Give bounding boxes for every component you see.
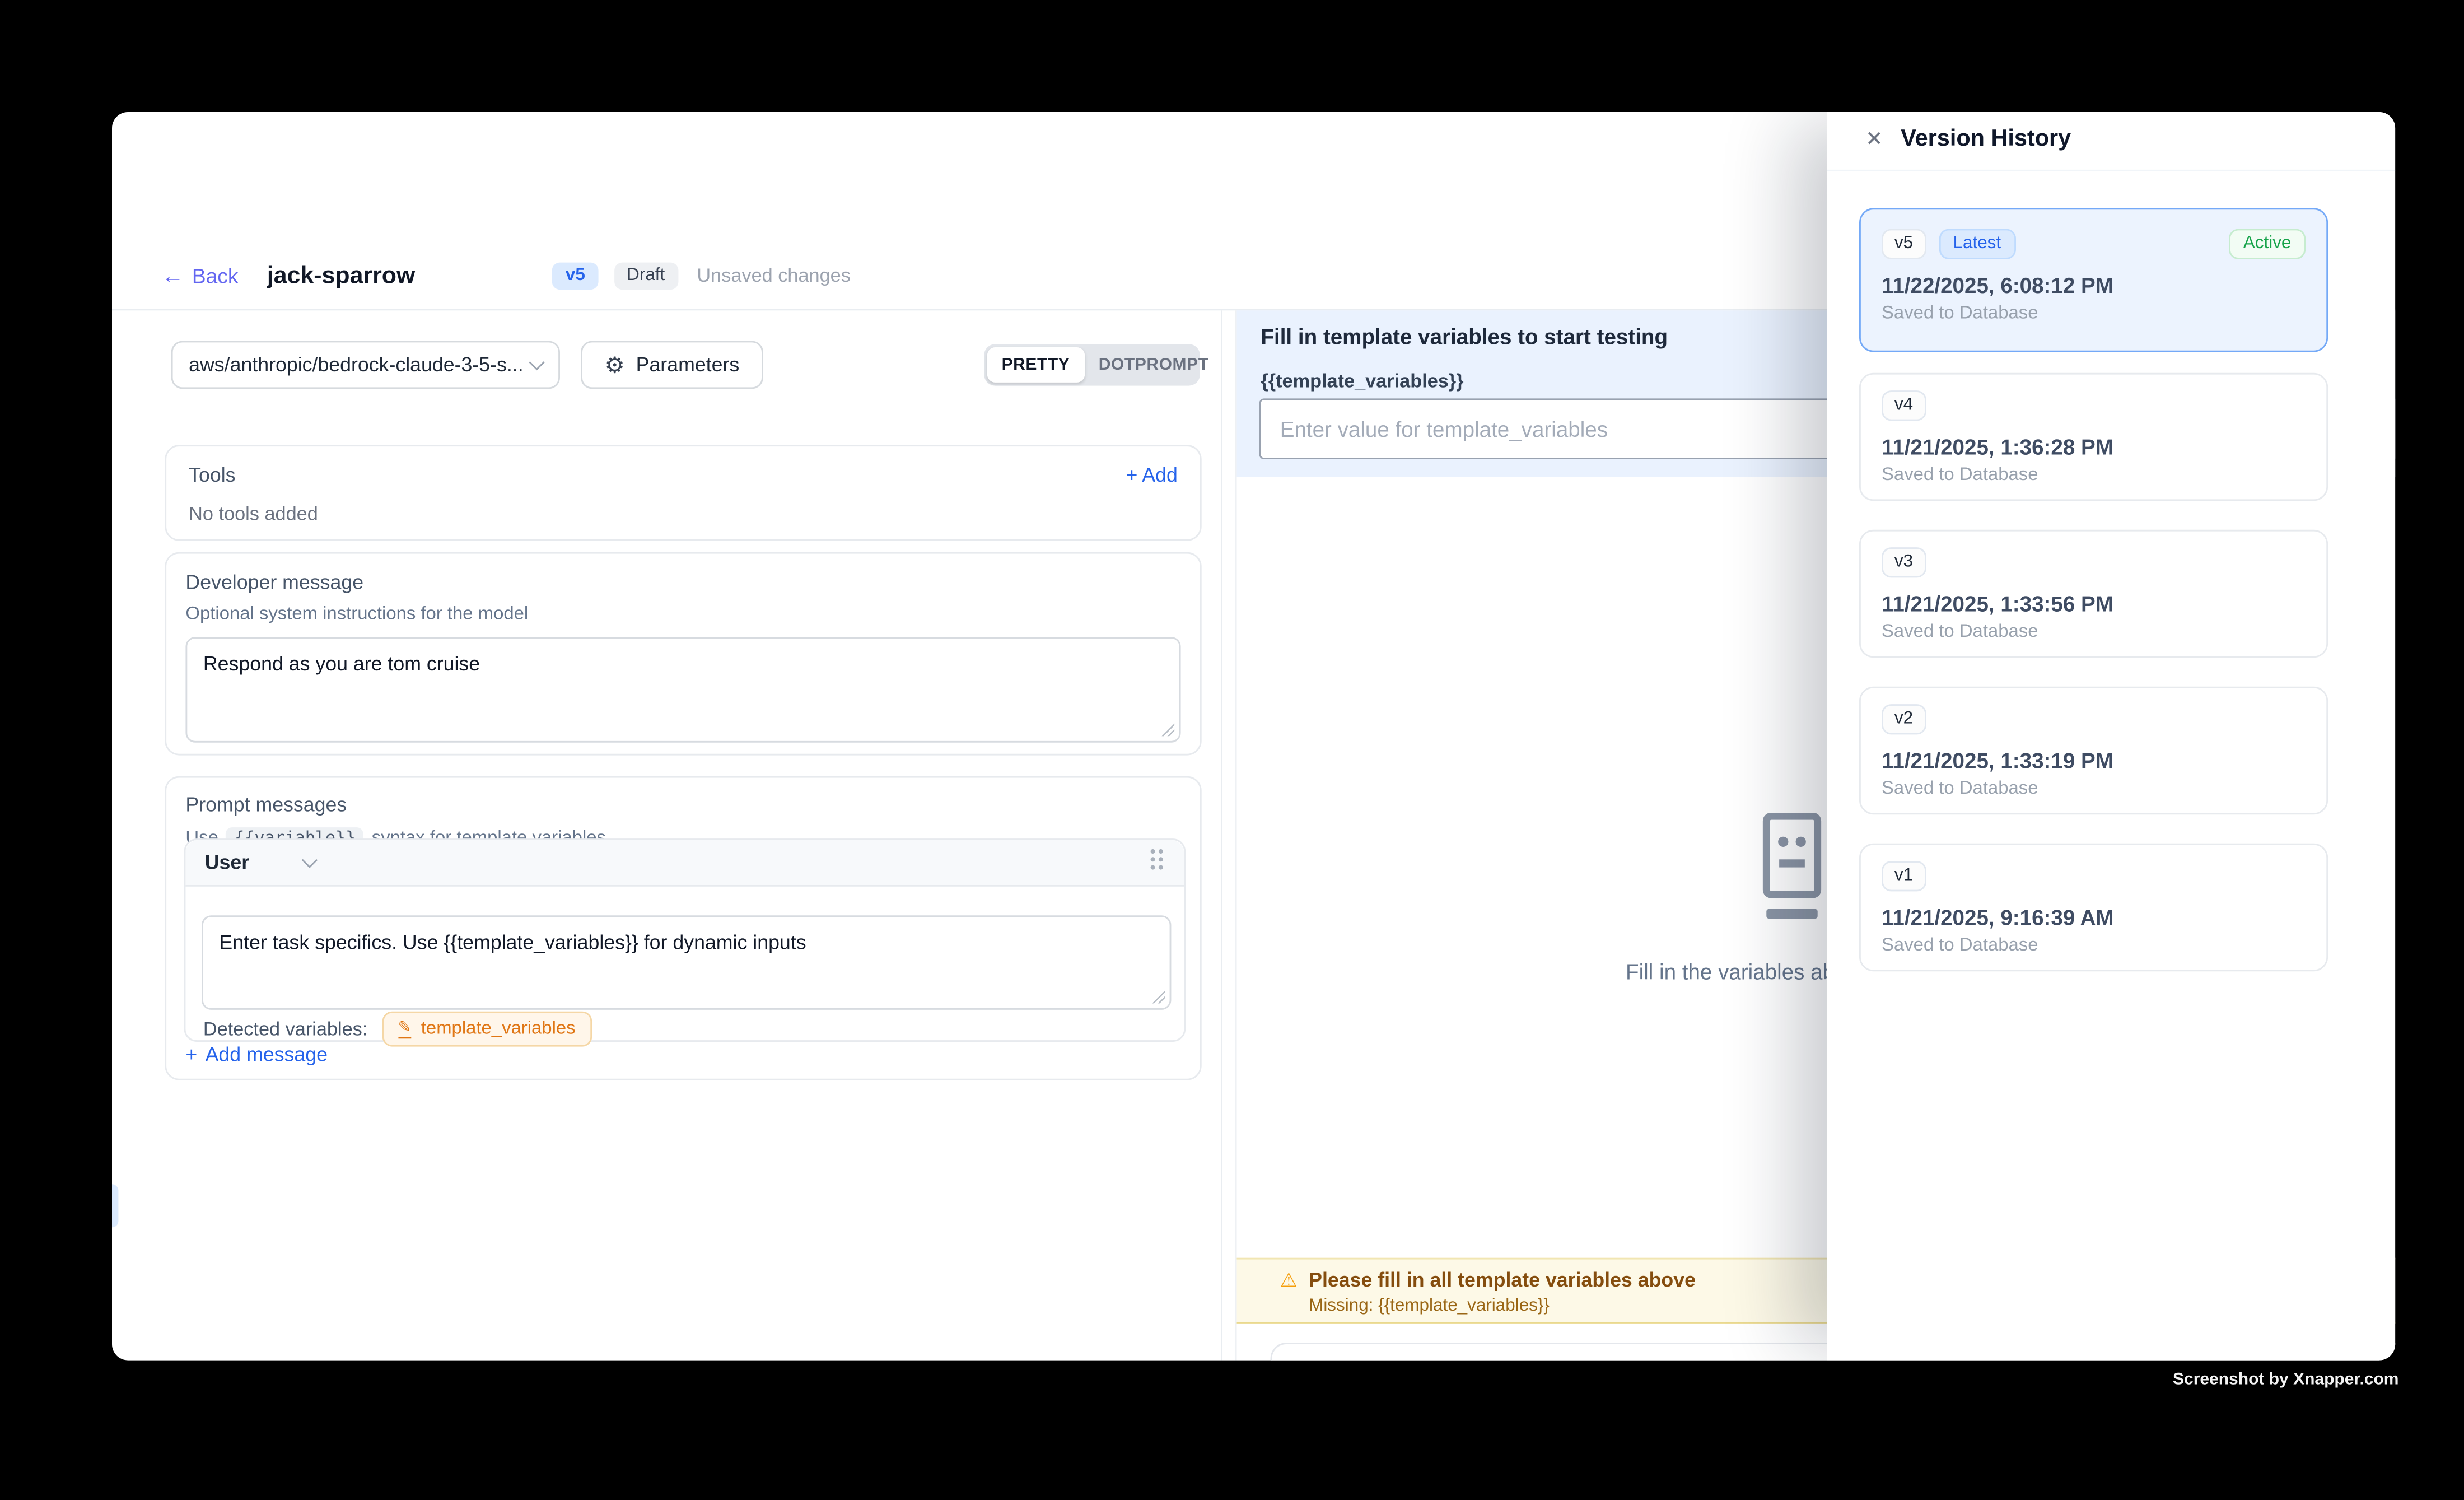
message-block: User E — [184, 838, 1186, 1042]
developer-message-textarea[interactable]: Respond as you are tom cruise — [185, 637, 1180, 743]
resize-handle-icon[interactable] — [1161, 723, 1174, 736]
warning-title: Please fill in all template variables ab… — [1309, 1269, 1696, 1292]
toggle-dotprompt[interactable]: DOTPROMPT — [1084, 347, 1223, 383]
developer-message-label: Developer message — [185, 571, 1180, 594]
developer-message-value: Respond as you are tom cruise — [203, 653, 480, 676]
warning-icon: ⚠ — [1280, 1269, 1298, 1292]
model-select[interactable]: aws/anthropic/bedrock-claude-3-5-s... — [171, 341, 560, 389]
version-card[interactable]: v3 11/21/2025, 1:33:56 PM Saved to Datab… — [1859, 530, 2328, 658]
tools-label: Tools — [189, 464, 235, 487]
developer-message-card: Developer message Optional system instru… — [165, 552, 1201, 756]
warning-detail: Missing: {{template_variables}} — [1309, 1296, 1550, 1315]
toggle-pretty[interactable]: PRETTY — [987, 347, 1084, 383]
back-arrow-icon: ← — [162, 264, 184, 286]
message-content-value: Enter task specifics. Use {{template_var… — [219, 931, 806, 954]
detected-variables-label: Detected variables: — [203, 1018, 368, 1040]
version-number-badge: v5 — [1882, 229, 1926, 259]
edit-icon: ✎ — [398, 1019, 412, 1038]
version-badges-row: v1 — [1882, 861, 2306, 891]
version-note: Saved to Database — [1882, 304, 2306, 323]
version-badges-row: v5 Latest Active — [1882, 229, 2306, 259]
chevron-down-icon — [529, 354, 544, 370]
version-note: Saved to Database — [1882, 465, 2306, 485]
message-content-textarea[interactable]: Enter task specifics. Use {{template_var… — [202, 915, 1171, 1010]
unsaved-changes-label: Unsaved changes — [697, 264, 851, 286]
drag-handle-icon[interactable] — [1149, 847, 1165, 878]
page-title: jack-sparrow — [267, 262, 415, 289]
version-card[interactable]: v2 11/21/2025, 1:33:19 PM Saved to Datab… — [1859, 687, 2328, 815]
version-timestamp: 11/21/2025, 1:33:56 PM — [1882, 592, 2306, 616]
version-card[interactable]: v4 11/21/2025, 1:36:28 PM Saved to Datab… — [1859, 373, 2328, 501]
version-timestamp: 11/21/2025, 1:36:28 PM — [1882, 435, 2306, 459]
version-list: v5 Latest Active 11/22/2025, 6:08:12 PM … — [1859, 208, 2328, 971]
tools-empty-text: No tools added — [189, 502, 1178, 525]
message-header: User — [185, 840, 1184, 887]
app-window: ← Back jack-sparrow v5 Draft Unsaved cha… — [112, 112, 2395, 1361]
add-message-label: Add message — [206, 1044, 328, 1066]
variable-name-label: {{template_variables}} — [1261, 370, 1463, 392]
drawer-title: Version History — [1901, 127, 2071, 152]
prompt-messages-card: Prompt messages Use {{variable}} syntax … — [165, 776, 1201, 1080]
template-variable-name: template_variables — [421, 1019, 576, 1038]
version-number-badge: v2 — [1882, 704, 1926, 734]
version-timestamp: 11/21/2025, 1:33:19 PM — [1882, 749, 2306, 773]
drawer-header: ✕ Version History — [1827, 112, 2395, 171]
version-badge: v5 — [553, 262, 598, 289]
tools-card: Tools + Add No tools added — [165, 445, 1201, 541]
version-badges-row: v3 — [1882, 547, 2306, 577]
stage: ← Back jack-sparrow v5 Draft Unsaved cha… — [0, 0, 2464, 1500]
model-select-value: aws/anthropic/bedrock-claude-3-5-s... — [189, 353, 531, 376]
version-note: Saved to Database — [1882, 622, 2306, 641]
version-card[interactable]: v1 11/21/2025, 9:16:39 AM Saved to Datab… — [1859, 844, 2328, 972]
detected-variables-row: Detected variables: ✎ template_variables — [203, 1012, 591, 1047]
version-number-badge: v3 — [1882, 547, 1926, 577]
edge-accent — [112, 1184, 118, 1227]
version-badges-row: v2 — [1882, 704, 2306, 734]
back-label: Back — [192, 263, 239, 287]
template-variable-chip[interactable]: ✎ template_variables — [382, 1012, 591, 1047]
resize-handle-icon[interactable] — [1152, 991, 1165, 1004]
robot-face-icon — [1760, 813, 1824, 936]
variables-panel-title: Fill in template variables to start test… — [1261, 325, 1668, 349]
active-badge: Active — [2229, 229, 2306, 259]
gear-icon: ⚙ — [605, 353, 625, 376]
version-note: Saved to Database — [1882, 779, 2306, 798]
version-number-badge: v4 — [1882, 390, 1926, 421]
close-icon[interactable]: ✕ — [1865, 127, 1883, 152]
parameters-label: Parameters — [636, 353, 740, 376]
version-timestamp: 11/21/2025, 9:16:39 AM — [1882, 906, 2306, 930]
role-select-value: User — [205, 851, 249, 874]
version-timestamp: 11/22/2025, 6:08:12 PM — [1882, 274, 2306, 298]
view-toggle: PRETTY DOTPROMPT — [984, 344, 1200, 385]
add-message-button[interactable]: + Add message — [185, 1044, 328, 1066]
version-history-drawer: ✕ Version History v5 Latest Active 11/22… — [1827, 112, 2395, 1361]
draft-badge: Draft — [614, 262, 678, 289]
version-number-badge: v1 — [1882, 861, 1926, 891]
parameters-button[interactable]: ⚙ Parameters — [581, 341, 763, 389]
add-tool-button[interactable]: + Add — [1126, 464, 1177, 487]
chevron-down-icon[interactable] — [301, 851, 317, 867]
editor-pane: aws/anthropic/bedrock-claude-3-5-s... ⚙ … — [112, 310, 1222, 1360]
back-button[interactable]: ← Back — [162, 263, 239, 287]
prompt-messages-label: Prompt messages — [185, 794, 1180, 816]
version-note: Saved to Database — [1882, 936, 2306, 955]
version-badges-row: v4 — [1882, 390, 2306, 421]
add-tool-label: Add — [1142, 464, 1178, 487]
version-card[interactable]: v5 Latest Active 11/22/2025, 6:08:12 PM … — [1859, 208, 2328, 352]
latest-badge: Latest — [1939, 229, 2015, 259]
watermark-text: Screenshot by Xnapper.com — [2173, 1370, 2398, 1389]
developer-message-hint: Optional system instructions for the mod… — [185, 605, 1180, 624]
